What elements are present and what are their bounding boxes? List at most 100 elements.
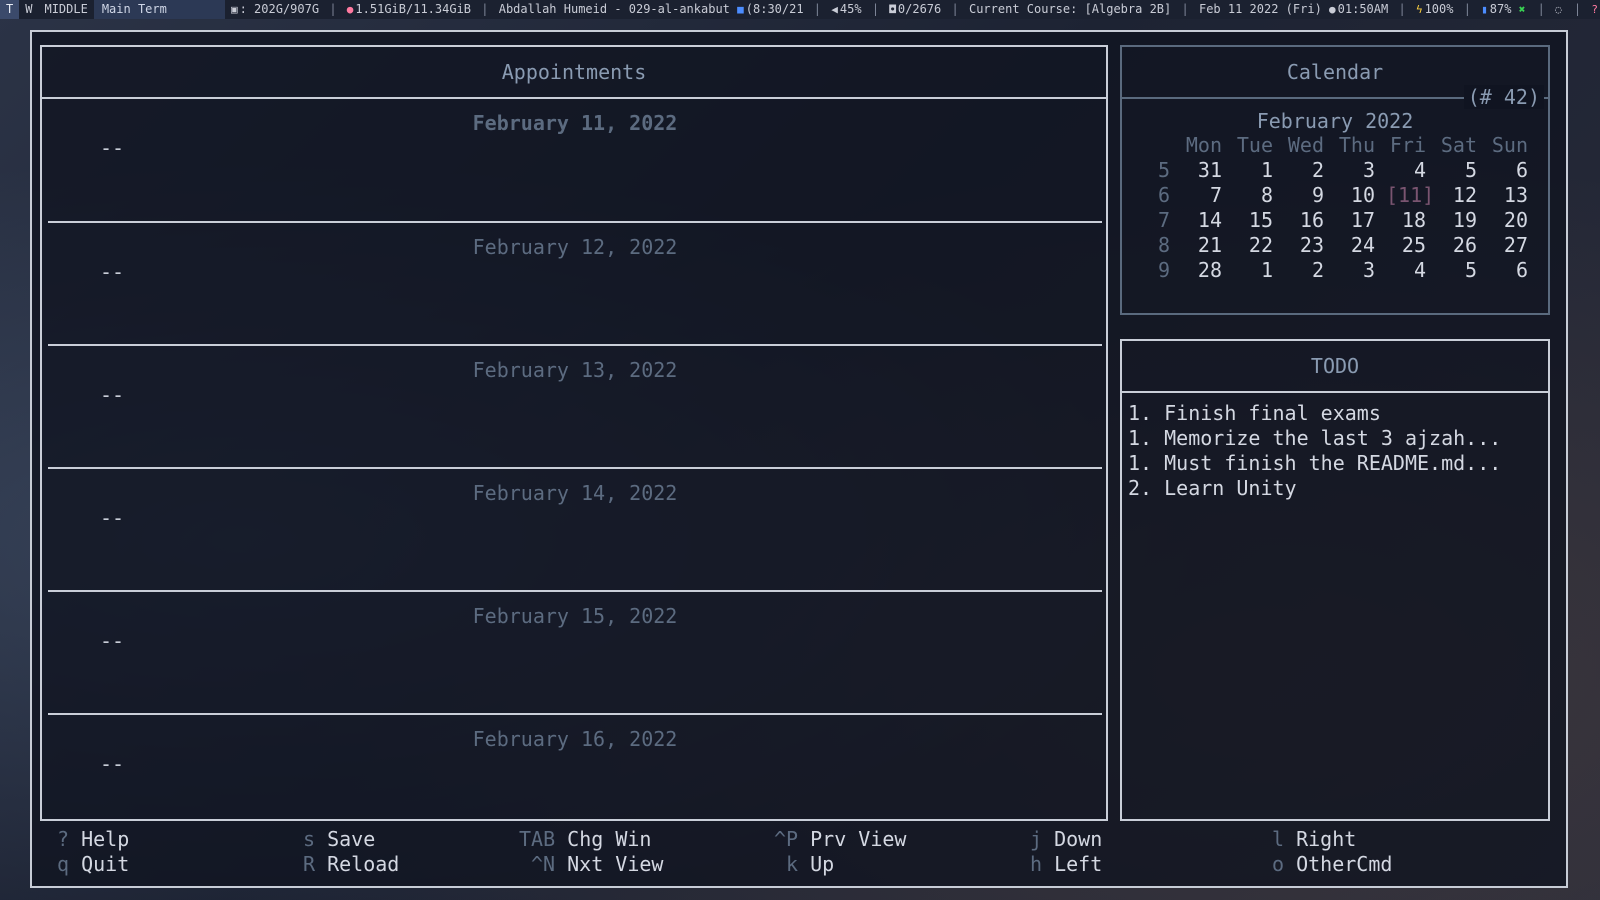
todo-panel[interactable]: TODO 1. Finish final exams 1. Memorize t… (1120, 339, 1550, 821)
separator: | (871, 2, 880, 16)
day-date: February 15, 2022 (472, 604, 678, 628)
day-date: February 12, 2022 (472, 235, 678, 259)
calendar-day[interactable]: 22 (1233, 233, 1273, 257)
key-label: Save (327, 827, 376, 851)
calendar-day[interactable]: 6 (1488, 158, 1528, 182)
clock-icon: ● (1329, 3, 1336, 16)
separator: | (1537, 2, 1545, 16)
calendar-day[interactable]: 7 (1182, 183, 1222, 207)
disk-usage: : 202G/907G (239, 2, 320, 16)
todo-item[interactable]: 1. Finish final exams (1128, 401, 1501, 426)
day-entry[interactable]: February 15, 2022 -- (48, 592, 1102, 714)
key: l (1272, 827, 1285, 851)
calendar-day[interactable]: 8 (1233, 183, 1273, 207)
calendar-day[interactable]: 20 (1488, 208, 1528, 232)
todo-list: 1. Finish final exams 1. Memorize the la… (1128, 401, 1501, 501)
calendar-day-today[interactable]: [11] (1386, 183, 1434, 207)
calendar-day[interactable]: 25 (1386, 233, 1426, 257)
key-hint-next-view[interactable]: ^N Nxt View (531, 852, 663, 876)
key: ? (57, 827, 70, 851)
volume-level[interactable]: 45% (840, 2, 862, 16)
calendar-day[interactable]: 27 (1488, 233, 1528, 257)
todo-item[interactable]: 2. Learn Unity (1128, 476, 1501, 501)
calendar-day[interactable]: 26 (1437, 233, 1477, 257)
calendar-panel[interactable]: Calendar (# 42) February 2022 Mon Tue Wed T… (1120, 45, 1550, 315)
todo-item[interactable]: 1. Memorize the last 3 ajzah... (1128, 426, 1501, 451)
key-hint-prev-view[interactable]: ^P Prv View (774, 827, 906, 851)
key-hint-reload[interactable]: R Reload (303, 852, 399, 876)
workspace-w[interactable]: W (19, 0, 38, 19)
calendar-day[interactable]: 5 (1437, 158, 1477, 182)
calendar-week-row: 6 7 8 9 10 [11] 12 13 (1122, 183, 1552, 208)
memory-usage: 1.51GiB/11.34GiB (355, 2, 472, 16)
calendar-day[interactable]: 2 (1284, 258, 1324, 282)
wifi-icon: ▮ (1481, 3, 1488, 16)
now-playing[interactable]: Abdallah Humeid - 029-al-ankabut (499, 2, 730, 16)
week-number: 8 (1157, 233, 1170, 257)
update-counter: 0/2676 (897, 2, 942, 16)
calendar-day[interactable]: 24 (1335, 233, 1375, 257)
memory-icon: ● (346, 3, 354, 16)
key-hint-down[interactable]: j Down (1030, 827, 1102, 851)
key-hint-help[interactable]: ? Help (57, 827, 129, 851)
calendar-day[interactable]: 23 (1284, 233, 1324, 257)
calendar-day[interactable]: 1 (1233, 158, 1273, 182)
separator: | (1398, 2, 1406, 16)
calendar-day[interactable]: 16 (1284, 208, 1324, 232)
terminal-window: Appointments February 11, 2022 -- Februa… (30, 30, 1568, 888)
week-number: 7 (1157, 208, 1170, 232)
key-hint-save[interactable]: s Save (303, 827, 375, 851)
calendar-day[interactable]: 2 (1284, 158, 1324, 182)
current-course: Current Course: [Algebra 2B] (968, 2, 1172, 16)
workspace-middle[interactable]: MIDDLE (38, 0, 93, 19)
key-hint-other-command[interactable]: o OtherCmd (1272, 852, 1392, 876)
calendar-day[interactable]: 3 (1335, 158, 1375, 182)
day-date: February 13, 2022 (472, 358, 678, 382)
key-label: Right (1296, 827, 1357, 851)
headphones-icon[interactable]: ◌ (1555, 0, 1562, 19)
calendar-week-row: 8 21 22 23 24 25 26 27 (1122, 233, 1552, 258)
key-hint-up[interactable]: k Up (786, 852, 834, 876)
key: R (303, 852, 316, 876)
key-hint-change-window[interactable]: TAB Chg Win (519, 827, 651, 851)
calendar-day[interactable]: 15 (1233, 208, 1273, 232)
key-hint-quit[interactable]: q Quit (57, 852, 129, 876)
battery-icon: ϟ (1415, 3, 1423, 16)
calendar-day[interactable]: 28 (1182, 258, 1222, 282)
track-time: (8:30/21 (745, 2, 804, 16)
workspace-t[interactable]: T (0, 0, 20, 19)
calendar-day[interactable]: 19 (1437, 208, 1477, 232)
calendar-day[interactable]: 13 (1488, 183, 1528, 207)
calendar-day[interactable]: 10 (1335, 183, 1375, 207)
key-label: Quit (81, 852, 130, 876)
key-hint-left[interactable]: h Left (1030, 852, 1102, 876)
calendar-day[interactable]: 5 (1437, 258, 1477, 282)
notification-icon[interactable]: ? (1591, 0, 1598, 19)
calendar-day[interactable]: 31 (1182, 158, 1222, 182)
weekday-label: Fri (1389, 133, 1426, 157)
day-entry[interactable]: February 16, 2022 -- (48, 715, 1102, 815)
calendar-day[interactable]: 14 (1182, 208, 1222, 232)
weekday-label: Wed (1287, 133, 1324, 157)
calendar-day[interactable]: 18 (1386, 208, 1426, 232)
day-appointment: -- (100, 383, 125, 407)
calendar-day[interactable]: 21 (1182, 233, 1222, 257)
separator: | (813, 2, 822, 16)
calendar-day[interactable]: 17 (1335, 208, 1375, 232)
calendar-day[interactable]: 9 (1284, 183, 1324, 207)
day-entry[interactable]: February 12, 2022 -- (48, 223, 1102, 345)
calendar-day[interactable]: 3 (1335, 258, 1375, 282)
day-entry[interactable]: February 14, 2022 -- (48, 469, 1102, 591)
media-icon: ■ (737, 3, 744, 16)
key: TAB (519, 827, 556, 851)
key-hint-right[interactable]: l Right (1272, 827, 1356, 851)
day-entry[interactable]: February 13, 2022 -- (48, 346, 1102, 468)
appointments-panel[interactable]: Appointments February 11, 2022 -- Februa… (40, 45, 1108, 821)
calendar-day[interactable]: 4 (1386, 258, 1426, 282)
calendar-day[interactable]: 4 (1386, 158, 1426, 182)
calendar-day[interactable]: 12 (1437, 183, 1477, 207)
calendar-day[interactable]: 6 (1488, 258, 1528, 282)
day-entry[interactable]: February 11, 2022 -- (48, 99, 1102, 221)
todo-item[interactable]: 1. Must finish the README.md... (1128, 451, 1501, 476)
calendar-day[interactable]: 1 (1233, 258, 1273, 282)
